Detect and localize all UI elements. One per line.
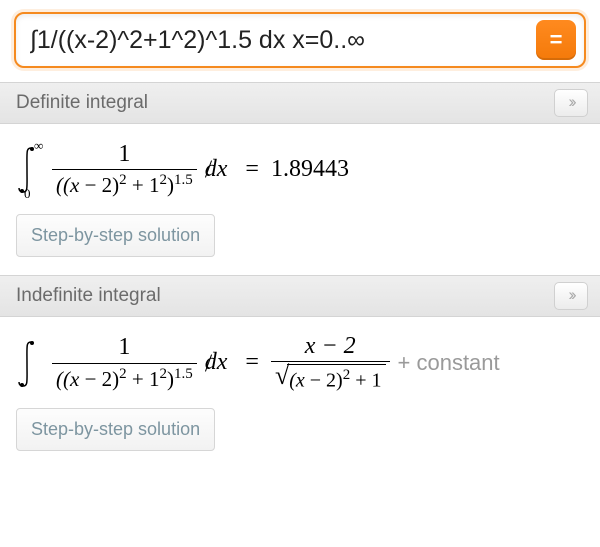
step-by-step-button[interactable]: Step-by-step solution [16, 408, 215, 451]
lower-limit: 0 [24, 186, 31, 202]
integrand-fraction: 1 ((x − 2)2 + 12)1.5 [52, 334, 197, 390]
numerator: 1 [114, 334, 134, 360]
sqrt-icon: √ (x − 2)2 + 1 [275, 364, 386, 392]
denominator: ((x − 2)2 + 12)1.5 [52, 172, 197, 197]
constant-label: + constant [398, 350, 500, 376]
differential: dx [205, 156, 228, 183]
section-body-indefinite: 1 ((x − 2)2 + 12)1.5 dx = x − 2 √ (x − 2… [0, 317, 600, 469]
integrand-fraction: 1 ((x − 2)2 + 12)1.5 [52, 141, 197, 197]
compute-button[interactable]: = [536, 20, 576, 60]
definite-result-value: 1.89443 [271, 156, 349, 183]
query-input-container: ∫1/((x-2)^2+1^2)^1.5 dx x=0..∞ = [14, 12, 586, 68]
expand-button[interactable]: ›› [554, 282, 588, 310]
section-title: Definite integral [16, 92, 148, 114]
equals-sign: = [245, 349, 259, 376]
antiderivative-fraction: x − 2 √ (x − 2)2 + 1 [271, 333, 390, 392]
differential: dx [205, 349, 228, 376]
section-body-definite: ∞ 0 1 ((x − 2)2 + 12)1.5 dx = 1.89443 St… [0, 124, 600, 275]
indefinite-integral-expression: 1 ((x − 2)2 + 12)1.5 dx = x − 2 √ (x − 2… [16, 333, 584, 392]
section-header-indefinite: Indefinite integral ›› [0, 275, 600, 317]
denominator: ((x − 2)2 + 12)1.5 [52, 366, 197, 391]
equals-icon: = [550, 27, 563, 53]
integral-sign-icon [16, 334, 44, 392]
definite-integral-expression: ∞ 0 1 ((x − 2)2 + 12)1.5 dx = 1.89443 [16, 140, 584, 198]
chevron-right-double-icon: ›› [568, 285, 573, 305]
section-title: Indefinite integral [16, 285, 161, 307]
chevron-right-double-icon: ›› [568, 92, 573, 112]
step-by-step-button[interactable]: Step-by-step solution [16, 214, 215, 257]
numerator: 1 [114, 141, 134, 167]
query-input[interactable]: ∫1/((x-2)^2+1^2)^1.5 dx x=0..∞ [30, 26, 536, 55]
equals-sign: = [245, 156, 259, 183]
section-header-definite: Definite integral ›› [0, 82, 600, 124]
rhs-denominator: √ (x − 2)2 + 1 [271, 364, 390, 392]
upper-limit: ∞ [34, 138, 43, 154]
integral-sign-icon: ∞ 0 [16, 140, 44, 198]
expand-button[interactable]: ›› [554, 89, 588, 117]
rhs-numerator: x − 2 [301, 333, 360, 359]
